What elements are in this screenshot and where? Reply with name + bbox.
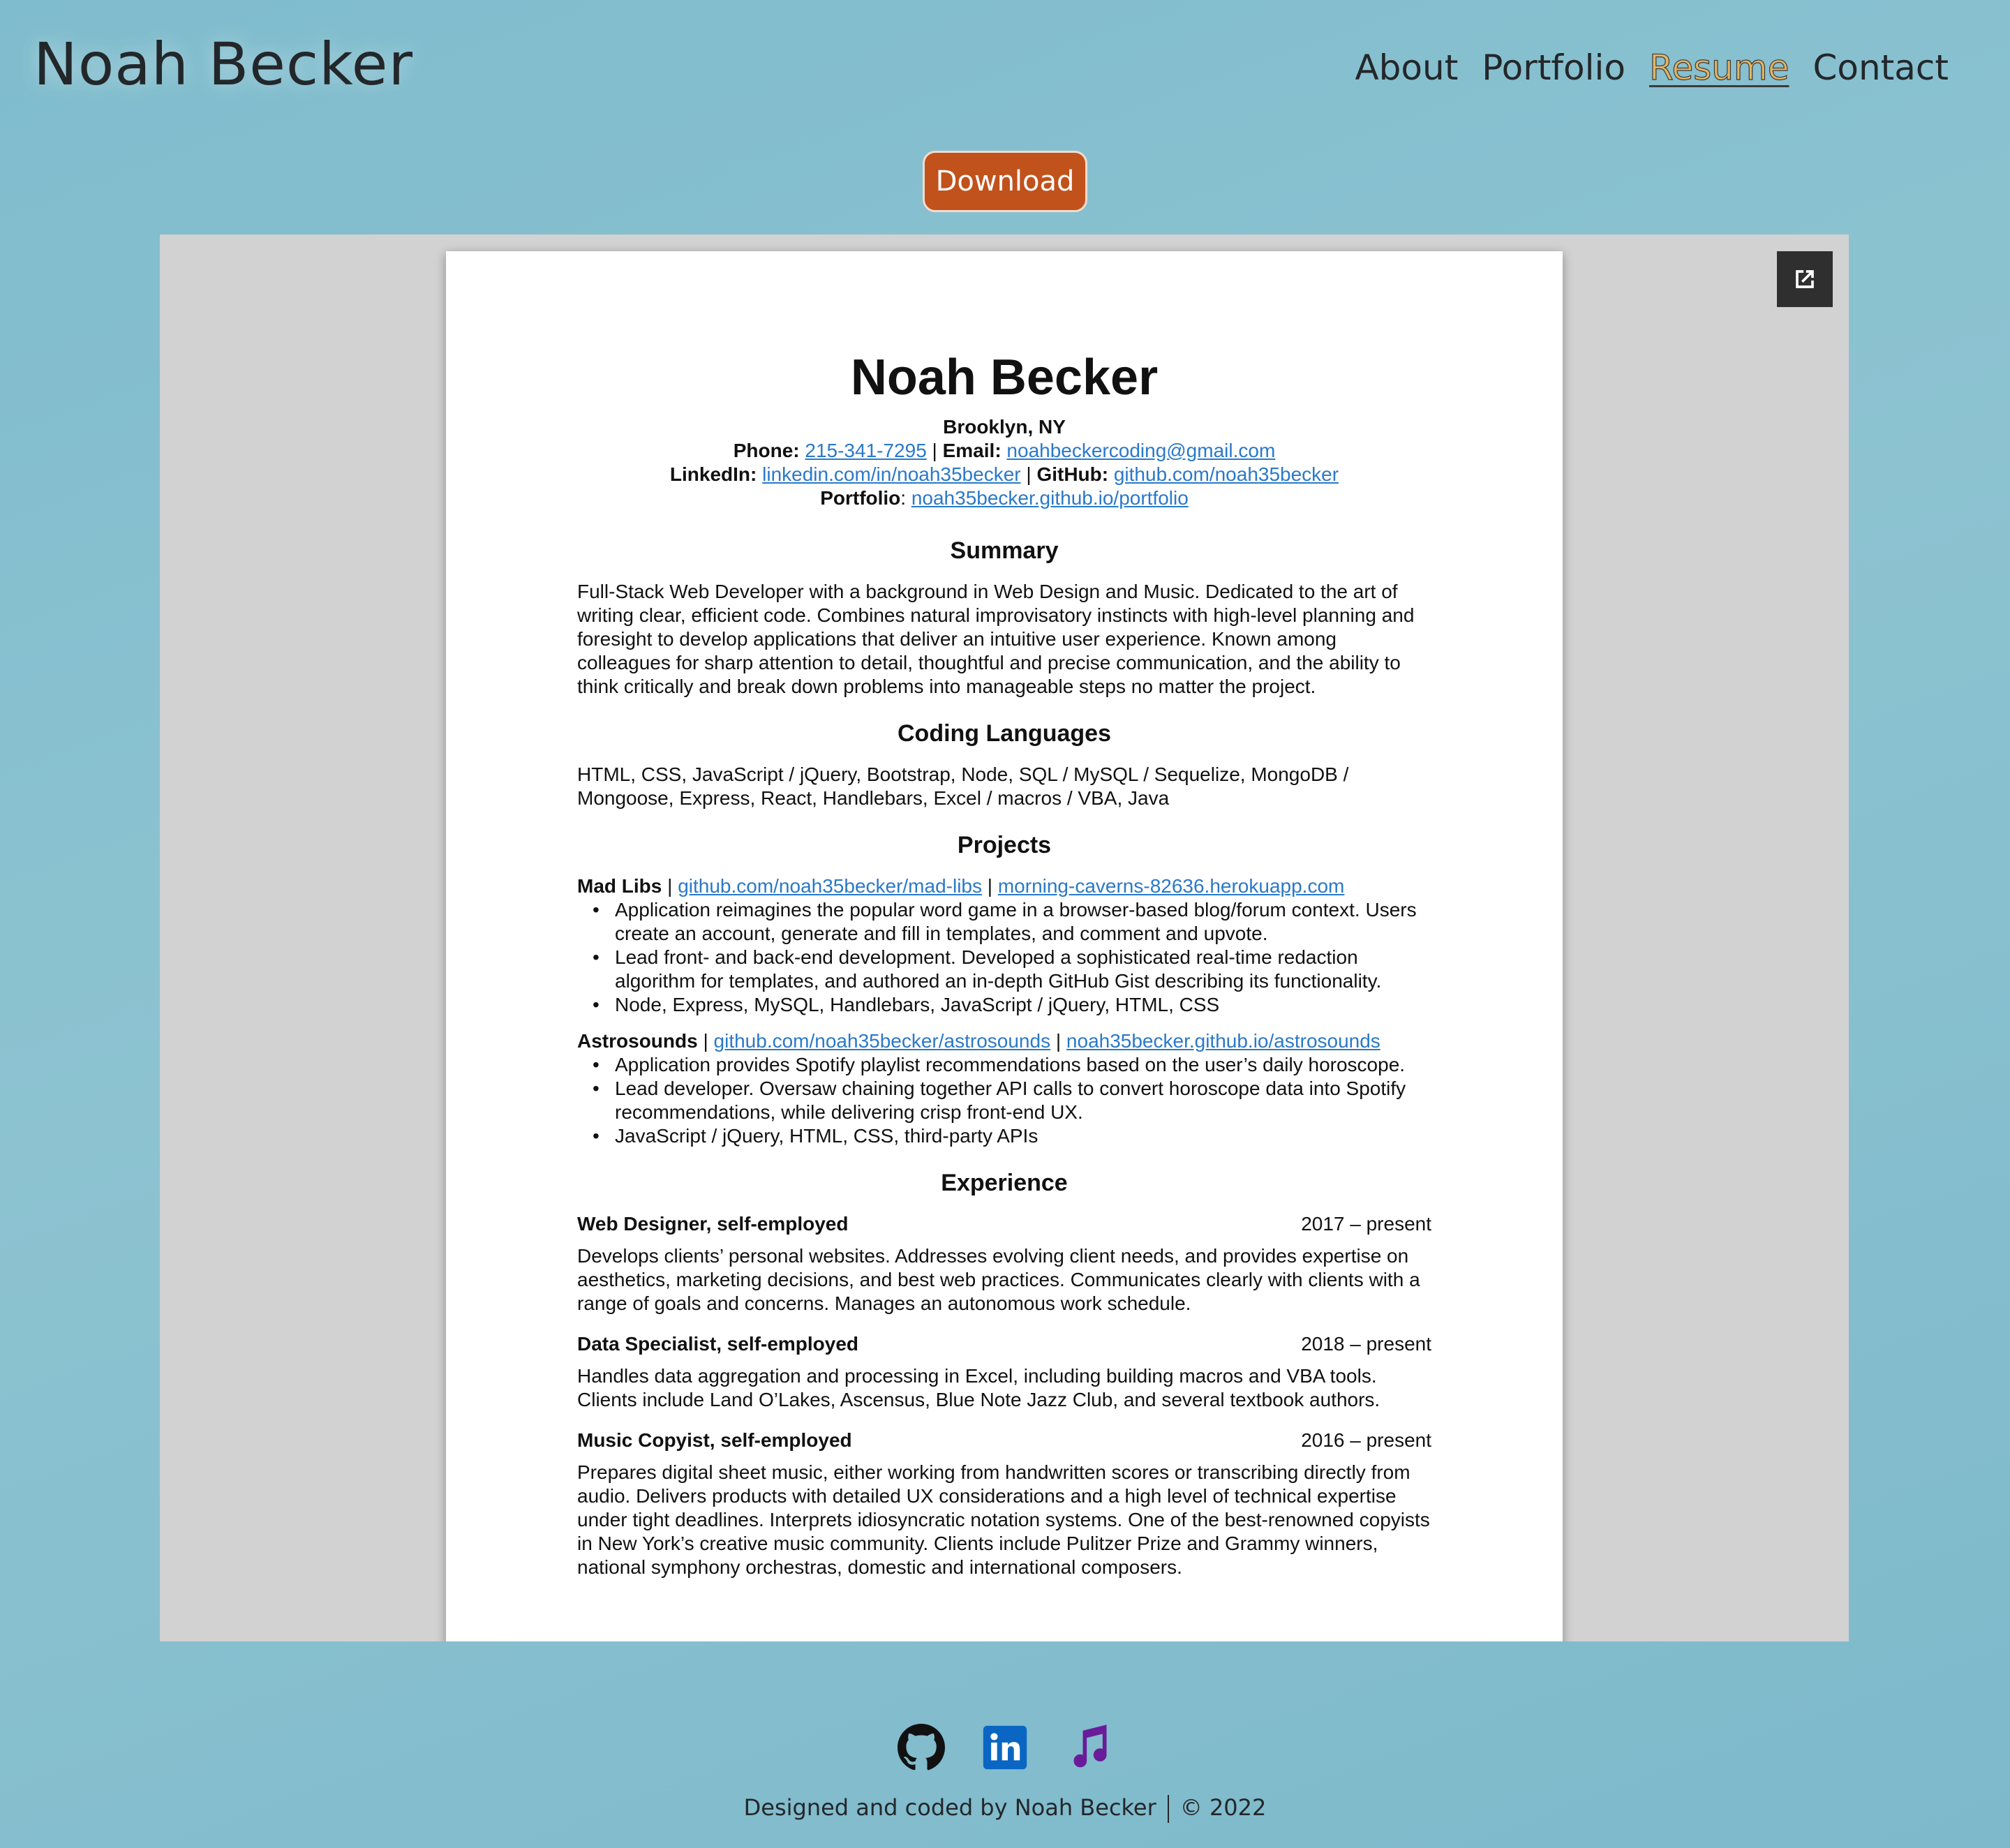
download-button[interactable]: Download (923, 151, 1087, 212)
github-button[interactable] (898, 1724, 945, 1771)
nav-contact[interactable]: Contact (1812, 49, 1949, 87)
projects-heading: Projects (957, 831, 1052, 858)
resume-content: Noah Becker Brooklyn, NY Phone: 215-341-… (577, 349, 1431, 1579)
linkedin-button[interactable] (981, 1724, 1029, 1771)
music-button[interactable] (1065, 1724, 1112, 1771)
nav-portfolio[interactable]: Portfolio (1482, 49, 1625, 87)
site-title[interactable]: Noah Becker (34, 31, 413, 98)
location: Brooklyn, NY (943, 415, 1066, 438)
external-link-icon (1796, 270, 1814, 288)
job-dates: 2017 – present (1301, 1212, 1431, 1235)
list-item: Lead front- and back-end development. De… (593, 946, 1431, 993)
linkedin-link[interactable]: linkedin.com/in/noah35becker (762, 463, 1020, 485)
project-name: Astrosounds (577, 1029, 698, 1052)
experience-heading: Experience (941, 1169, 1068, 1196)
footer-credit: Designed and coded by Noah Becker © 2022 (0, 1794, 2010, 1823)
resume-viewer[interactable]: Noah Becker Brooklyn, NY Phone: 215-341-… (160, 234, 1849, 1641)
social-links (0, 1724, 2010, 1771)
resume-page: Noah Becker Brooklyn, NY Phone: 215-341-… (446, 251, 1563, 1641)
list-item: Application reimagines the popular word … (593, 898, 1431, 946)
job-dates: 2018 – present (1301, 1332, 1431, 1355)
phone-label: Phone: (733, 439, 800, 461)
divider (1167, 1795, 1169, 1823)
copyright: © 2022 (1179, 1794, 1267, 1821)
portfolio-link[interactable]: noah35becker.github.io/portfolio (911, 487, 1189, 509)
job-entry: Web Designer, self-employed 2017 – prese… (577, 1212, 1431, 1316)
portfolio-label: Portfolio (820, 486, 901, 509)
job-title: Data Specialist, self-employed (577, 1332, 859, 1355)
linkedin-icon (983, 1725, 1027, 1770)
job-entry: Music Copyist, self-employed 2016 – pres… (577, 1429, 1431, 1579)
list-item: JavaScript / jQuery, HTML, CSS, third-pa… (593, 1124, 1431, 1148)
job-description: Handles data aggregation and processing … (577, 1364, 1380, 1410)
github-icon (898, 1724, 945, 1771)
job-title: Music Copyist, self-employed (577, 1429, 852, 1451)
phone-link[interactable]: 215-341-7295 (805, 440, 926, 461)
open-in-new-window-button[interactable] (1777, 251, 1833, 307)
project-live-link[interactable]: noah35becker.github.io/astrosounds (1066, 1030, 1380, 1052)
project-name: Mad Libs (577, 874, 662, 897)
github-label: GitHub: (1036, 463, 1109, 485)
project-mad-libs: Mad Libs | github.com/noah35becker/mad-l… (577, 874, 1431, 1017)
project-repo-link[interactable]: github.com/noah35becker/astrosounds (714, 1030, 1051, 1052)
nav-resume[interactable]: Resume (1648, 48, 1789, 87)
credit-text: Designed and coded by Noah Becker (743, 1794, 1156, 1821)
project-astrosounds: Astrosounds | github.com/noah35becker/as… (577, 1029, 1431, 1148)
languages-heading: Coding Languages (898, 720, 1111, 747)
languages-text: HTML, CSS, JavaScript / jQuery, Bootstra… (577, 763, 1349, 809)
music-note-icon (1073, 1724, 1107, 1768)
job-description: Prepares digital sheet music, either wor… (577, 1461, 1430, 1578)
email-link[interactable]: noahbeckercoding@gmail.com (1006, 440, 1275, 461)
summary-heading: Summary (950, 537, 1059, 564)
job-title: Web Designer, self-employed (577, 1212, 849, 1235)
main-nav: About Portfolio Resume Contact (1355, 48, 1949, 87)
project-repo-link[interactable]: github.com/noah35becker/mad-libs (678, 875, 982, 897)
job-dates: 2016 – present (1301, 1429, 1431, 1451)
linkedin-label: LinkedIn: (669, 463, 757, 485)
email-label: Email: (942, 439, 1002, 461)
summary-text: Full-Stack Web Developer with a backgrou… (577, 580, 1415, 697)
list-item: Application provides Spotify playlist re… (593, 1053, 1431, 1077)
resume-contact: Brooklyn, NY Phone: 215-341-7295 | Email… (669, 415, 1339, 509)
job-description: Develops clients’ personal websites. Add… (577, 1244, 1420, 1314)
list-item: Node, Express, MySQL, Handlebars, JavaSc… (593, 993, 1431, 1017)
nav-about[interactable]: About (1355, 49, 1458, 87)
resume-name: Noah Becker (850, 350, 1159, 405)
job-entry: Data Specialist, self-employed 2018 – pr… (577, 1332, 1431, 1412)
list-item: Lead developer. Oversaw chaining togethe… (593, 1077, 1431, 1124)
github-link[interactable]: github.com/noah35becker (1114, 463, 1339, 485)
project-live-link[interactable]: morning-caverns-82636.herokuapp.com (998, 875, 1345, 897)
